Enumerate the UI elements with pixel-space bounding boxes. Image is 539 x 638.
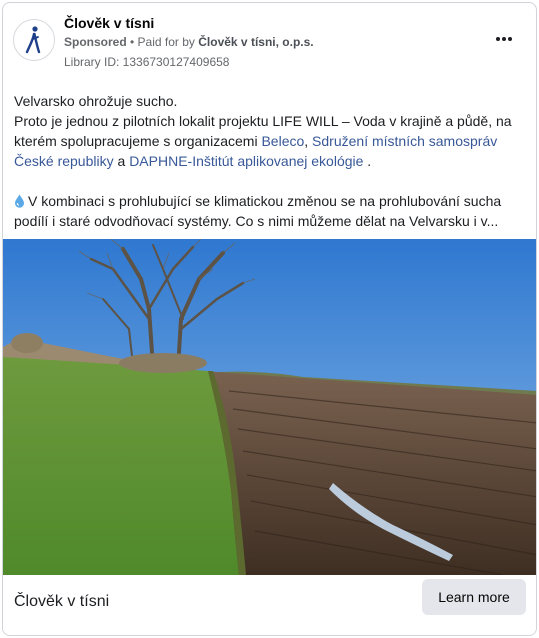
link-beleco[interactable]: Beleco	[261, 133, 304, 149]
link-daphne[interactable]: DAPHNE-Inštitút aplikovanej ekológie	[129, 153, 363, 169]
clovek-v-tisni-logo-icon	[25, 26, 41, 54]
page-avatar[interactable]	[13, 19, 55, 61]
ad-footer: Člověk v tísni Learn more	[3, 575, 536, 635]
ad-card: Člověk v tísni Sponsored • Paid for by Č…	[2, 2, 537, 636]
paid-for-prefix: Paid for by	[137, 35, 199, 49]
ad-body-text: Velvarsko ohrožuje sucho. Proto je jedno…	[14, 91, 529, 231]
body-paragraph-1: Proto je jednou z pilotních lokalit proj…	[14, 113, 512, 169]
ad-header: Člověk v tísni Sponsored • Paid for by Č…	[3, 3, 536, 81]
sponsored-line: Sponsored • Paid for by Člověk v tísni, …	[64, 35, 314, 49]
learn-more-button[interactable]: Learn more	[422, 579, 526, 615]
droplet-icon	[15, 194, 24, 208]
sponsored-label: Sponsored	[64, 35, 127, 49]
ad-image[interactable]	[3, 239, 536, 575]
body-paragraph-2: V kombinaci s prohlubující se klimaticko…	[14, 193, 502, 229]
separator: •	[126, 35, 138, 49]
payer-name: Člověk v tísni, o.p.s.	[198, 35, 314, 49]
page-name[interactable]: Člověk v tísni	[64, 15, 154, 31]
body-line-1: Velvarsko ohrožuje sucho.	[14, 93, 178, 109]
footer-title[interactable]: Člověk v tísni	[14, 593, 109, 611]
more-options-icon[interactable]	[492, 31, 516, 47]
library-id: Library ID: 1336730127409658	[64, 55, 230, 69]
